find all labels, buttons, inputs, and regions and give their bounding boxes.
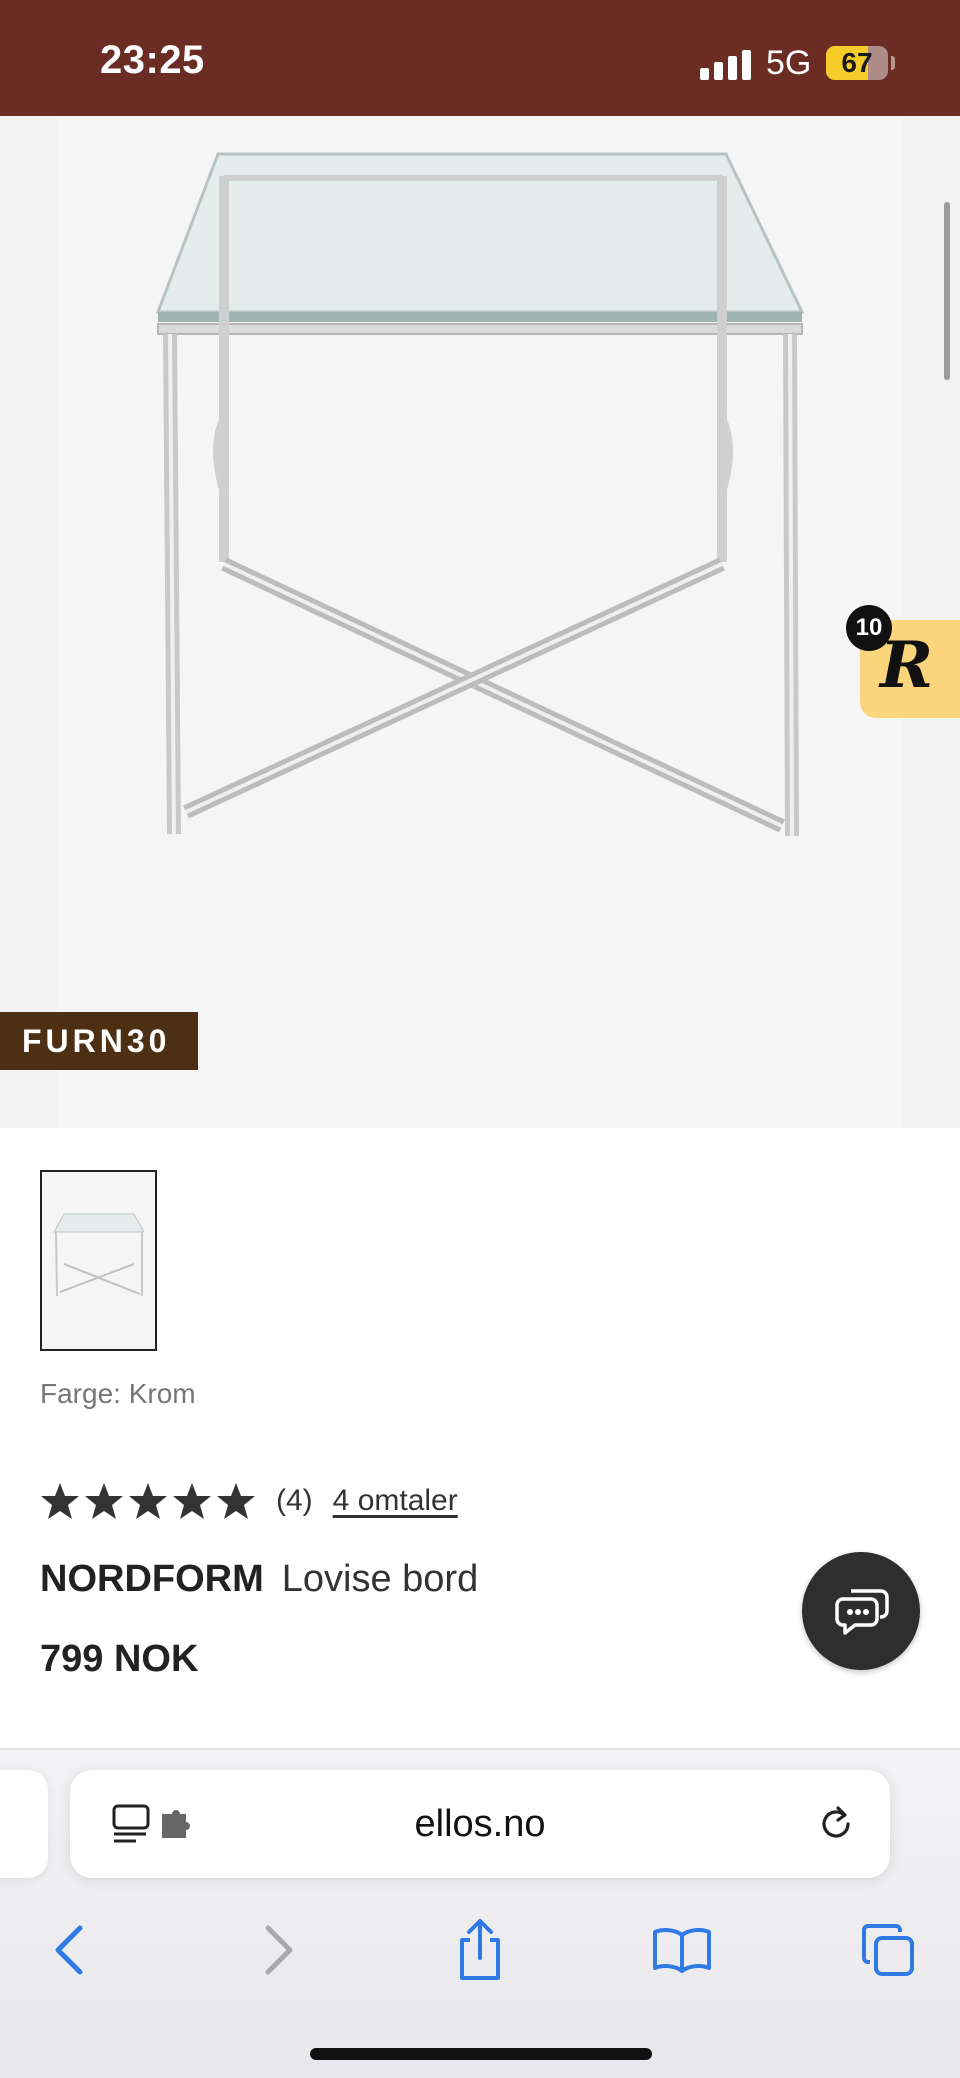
cellular-signal-icon: [700, 48, 752, 80]
network-type: 5G: [766, 44, 812, 82]
battery-percent: 67: [841, 47, 873, 78]
chat-button[interactable]: [802, 1552, 920, 1670]
product-name: Lovise bord: [281, 1558, 479, 1600]
share-icon: [460, 1919, 500, 1980]
status-time: 23:25: [100, 38, 205, 82]
product-brand[interactable]: NORDFORM: [40, 1558, 264, 1600]
address-bar[interactable]: ellos.no: [70, 1770, 890, 1878]
product-thumbnail[interactable]: [40, 1170, 157, 1351]
previous-tab-peek[interactable]: [0, 1770, 48, 1878]
rating-count: (4): [276, 1484, 313, 1517]
rating-stars: [40, 1481, 256, 1521]
star-icon: [85, 1483, 123, 1519]
bookmarks-icon: [653, 1928, 711, 1973]
browser-bottom-bar: ellos.no: [0, 1750, 960, 2078]
star-icon: [217, 1483, 255, 1519]
star-icon: [129, 1483, 167, 1519]
star-icon: [173, 1483, 211, 1519]
color-label: Farge: Krom: [40, 1378, 196, 1409]
scroll-indicator: [944, 202, 950, 380]
browser-toolbar: [0, 1910, 960, 1990]
product-image-gallery[interactable]: R FURN30: [0, 116, 960, 1128]
url-text: ellos.no: [414, 1803, 546, 1845]
reviews-link[interactable]: 4 omtaler: [333, 1484, 458, 1518]
back-icon: [55, 1925, 83, 1975]
reload-icon[interactable]: [814, 1802, 858, 1846]
forward-button[interactable]: [238, 1910, 318, 1990]
reward-count-badge: 10: [846, 605, 892, 651]
battery-icon: 67: [826, 46, 888, 80]
chat-bubbles-icon: [835, 1589, 889, 1635]
tabs-icon: [862, 1924, 914, 1976]
forward-icon: [265, 1925, 293, 1975]
star-icon: [41, 1483, 79, 1519]
product-image[interactable]: [58, 116, 902, 1128]
back-button[interactable]: [30, 1910, 110, 1990]
status-bar: 23:25 5G 67: [0, 0, 960, 116]
glass-table-image: [155, 152, 805, 837]
home-indicator: [310, 2048, 652, 2060]
product-price: 799 NOK: [40, 1638, 199, 1680]
battery-nub: [891, 56, 895, 70]
share-button[interactable]: [440, 1910, 520, 1990]
tabs-button[interactable]: [848, 1910, 928, 1990]
promo-code-tag: FURN30: [0, 1012, 198, 1070]
bookmarks-button[interactable]: [642, 1910, 722, 1990]
product-title: NORDFORM Lovise bord: [40, 1558, 478, 1601]
rating-row: (4) 4 omtaler: [40, 1476, 458, 1526]
thumbnail-table-icon: [53, 1213, 145, 1297]
